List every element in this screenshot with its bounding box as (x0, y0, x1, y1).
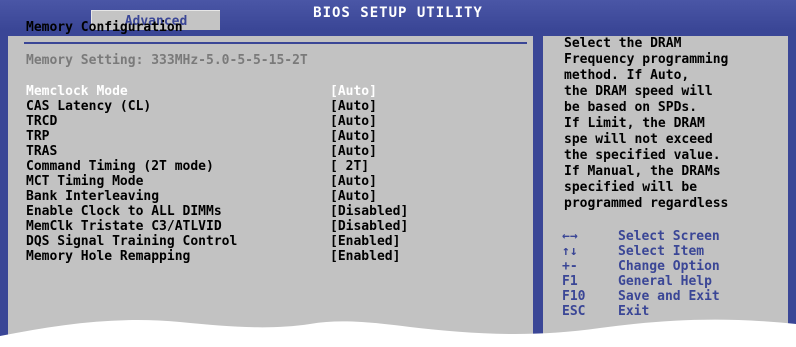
torn-edge (0, 319, 796, 347)
